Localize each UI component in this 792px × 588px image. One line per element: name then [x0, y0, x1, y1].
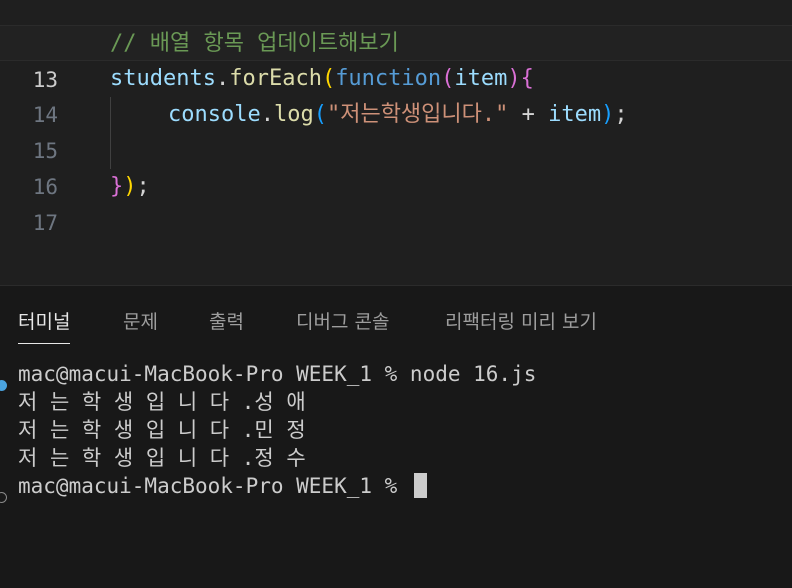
tab-debug-console[interactable]: 디버그 콘솔: [296, 306, 389, 338]
tab-problems[interactable]: 문제: [123, 306, 158, 338]
tab-terminal[interactable]: 터미널: [18, 306, 71, 344]
terminal-command-line: mac@macui-MacBook-Pro WEEK_1 % node 16.j…: [18, 362, 537, 386]
code-token-close-paren: ): [507, 66, 521, 91]
code-token-function-keyword: function: [335, 66, 442, 91]
editor-line-17[interactable]: 17 });: [0, 169, 792, 235]
terminal-cursor: [413, 473, 427, 498]
tab-refactor-preview[interactable]: 리팩터링 미리 보기: [445, 306, 597, 338]
code-token-students: students: [110, 66, 216, 91]
code-token-close-paren: ): [123, 174, 137, 199]
code-token-close-brace: }: [110, 174, 124, 199]
code-token-dot: .: [260, 102, 274, 127]
editor-line-15[interactable]: 15 console.log("저는학생입니다." + item);: [0, 97, 792, 163]
code-token-plus: +: [508, 102, 549, 127]
terminal-output-line: 저 는 학 생 입 니 다 .정 수: [18, 446, 306, 470]
terminal-output-line: 저 는 학 생 입 니 다 .민 정: [18, 418, 306, 442]
editor-line-12[interactable]: 12: [0, 0, 792, 56]
terminal-output-line: 저 는 학 생 입 니 다 .성 애: [18, 390, 306, 414]
line-number: 17: [32, 211, 58, 235]
code-token-semicolon: ;: [136, 174, 150, 199]
code-token-foreach: forEach: [229, 66, 322, 91]
code-token-string: "저는학생입니다.": [326, 102, 509, 127]
code-token-open-brace: {: [520, 66, 534, 91]
code-token-open-paren: (: [313, 102, 327, 127]
code-token-close-paren: ): [601, 102, 615, 127]
code-token-open-paren: (: [321, 66, 336, 91]
editor-line-16[interactable]: 16: [0, 133, 792, 199]
terminal-prompt-line[interactable]: mac@macui-MacBook-Pro WEEK_1 %: [18, 472, 427, 500]
editor-line-14[interactable]: 14 students.forEach(function(item){: [0, 61, 792, 127]
code-editor[interactable]: 12 13 // 배열 항목 업데이트해보기 14 students.forEa…: [0, 0, 792, 285]
code-token-open-paren: (: [441, 66, 455, 91]
code-comment: // 배열 항목 업데이트해보기: [110, 31, 399, 56]
code-token-item: item: [454, 66, 508, 91]
code-token-semicolon: ;: [614, 102, 628, 127]
tab-output[interactable]: 출력: [209, 306, 244, 338]
editor-line-13[interactable]: 13 // 배열 항목 업데이트해보기: [0, 25, 792, 92]
code-token-console: console: [168, 102, 261, 127]
terminal-prompt: mac@macui-MacBook-Pro WEEK_1 %: [18, 474, 410, 498]
code-token-log: log: [273, 102, 314, 127]
code-token-item: item: [548, 102, 602, 127]
code-token-dot: .: [215, 66, 230, 91]
panel-tab-bar: 터미널 문제 출력 디버그 콘솔 리팩터링 미리 보기: [0, 286, 792, 358]
